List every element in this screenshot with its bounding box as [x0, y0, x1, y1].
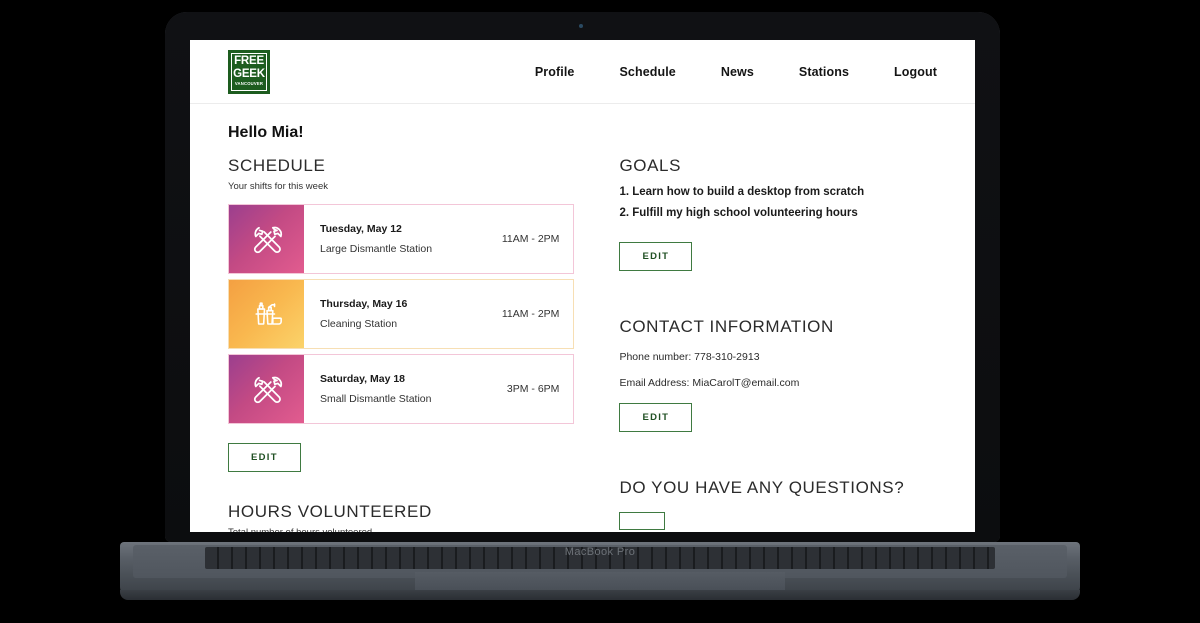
contact-information-section: CONTACT INFORMATION Phone number: 778-31… [619, 317, 937, 432]
edit-schedule-button[interactable]: EDIT [228, 443, 301, 472]
shift-card[interactable]: Thursday, May 16 Cleaning Station 11AM -… [228, 279, 575, 349]
questions-section: DO YOU HAVE ANY QUESTIONS? [619, 478, 937, 530]
shift-card[interactable]: Tuesday, May 12 Large Dismantle Station … [228, 204, 575, 274]
device-label: MacBook Pro [564, 546, 636, 558]
schedule-heading: SCHEDULE [228, 156, 326, 175]
right-column: GOALS 1. Learn how to build a desktop fr… [619, 156, 937, 532]
tools-icon [229, 205, 304, 273]
shift-station: Large Dismantle Station [320, 243, 433, 255]
main-navigation: Profile Schedule News Stations Logout [535, 65, 937, 79]
contact-heading: CONTACT INFORMATION [619, 317, 834, 336]
nav-profile[interactable]: Profile [535, 65, 575, 79]
cleaning-supplies-icon [229, 280, 304, 348]
page-title: Hello Mia! [228, 124, 304, 141]
screenshot-stage: FREE GEEK VANCOUVER Profile Schedule New… [0, 0, 1200, 623]
shift-time: 11AM - 2PM [501, 308, 560, 320]
shift-card-list: Tuesday, May 12 Large Dismantle Station … [228, 204, 575, 424]
contact-email: Email Address: MiaCarolT@email.com [619, 377, 800, 389]
free-geek-vancouver-logo[interactable]: FREE GEEK VANCOUVER [228, 49, 270, 94]
shift-station: Cleaning Station [320, 318, 398, 330]
shift-date: Tuesday, May 12 [320, 223, 402, 235]
shift-time: 3PM - 6PM [506, 383, 560, 395]
questions-heading: DO YOU HAVE ANY QUESTIONS? [619, 478, 905, 497]
shift-station: Small Dismantle Station [320, 393, 432, 405]
contact-phone: Phone number: 778-310-2913 [619, 351, 760, 363]
nav-news[interactable]: News [721, 65, 754, 79]
questions-action-button[interactable] [619, 512, 666, 530]
nav-schedule[interactable]: Schedule [619, 65, 675, 79]
hours-volunteered-subtitle: Total number of hours volunteered [228, 527, 574, 532]
shift-card[interactable]: Saturday, May 18 Small Dismantle Station… [228, 354, 575, 424]
logo-line-1: FREE [234, 55, 264, 68]
hours-volunteered-section: HOURS VOLUNTEERED Total number of hours … [228, 502, 574, 532]
goal-item: 1. Learn how to build a desktop from scr… [619, 186, 865, 198]
goals-list: 1. Learn how to build a desktop from scr… [619, 186, 937, 219]
tools-icon [229, 355, 304, 423]
webcam-icon [579, 24, 583, 28]
schedule-subtitle: Your shifts for this week [228, 181, 328, 192]
edit-goals-button[interactable]: EDIT [619, 242, 693, 271]
nav-logout[interactable]: Logout [894, 65, 937, 79]
shift-time: 11AM - 2PM [501, 233, 560, 245]
shift-date: Saturday, May 18 [320, 373, 406, 385]
edit-contact-button[interactable]: EDIT [619, 403, 693, 432]
shift-date: Thursday, May 16 [320, 298, 408, 310]
page-content: Hello Mia! SCHEDULE Your shifts for this… [190, 104, 975, 532]
left-column: SCHEDULE Your shifts for this week Tuesd… [228, 156, 575, 532]
logo-line-3: VANCOUVER [234, 81, 264, 87]
laptop-base-foot [120, 590, 1080, 600]
site-header: FREE GEEK VANCOUVER Profile Schedule New… [190, 40, 975, 104]
hours-volunteered-heading: HOURS VOLUNTEERED [228, 502, 432, 521]
goal-item: 2. Fulfill my high school volunteering h… [619, 207, 858, 219]
browser-viewport: FREE GEEK VANCOUVER Profile Schedule New… [190, 40, 975, 532]
goals-heading: GOALS [619, 156, 682, 175]
logo-line-2: GEEK [233, 67, 265, 80]
nav-stations[interactable]: Stations [799, 65, 849, 79]
